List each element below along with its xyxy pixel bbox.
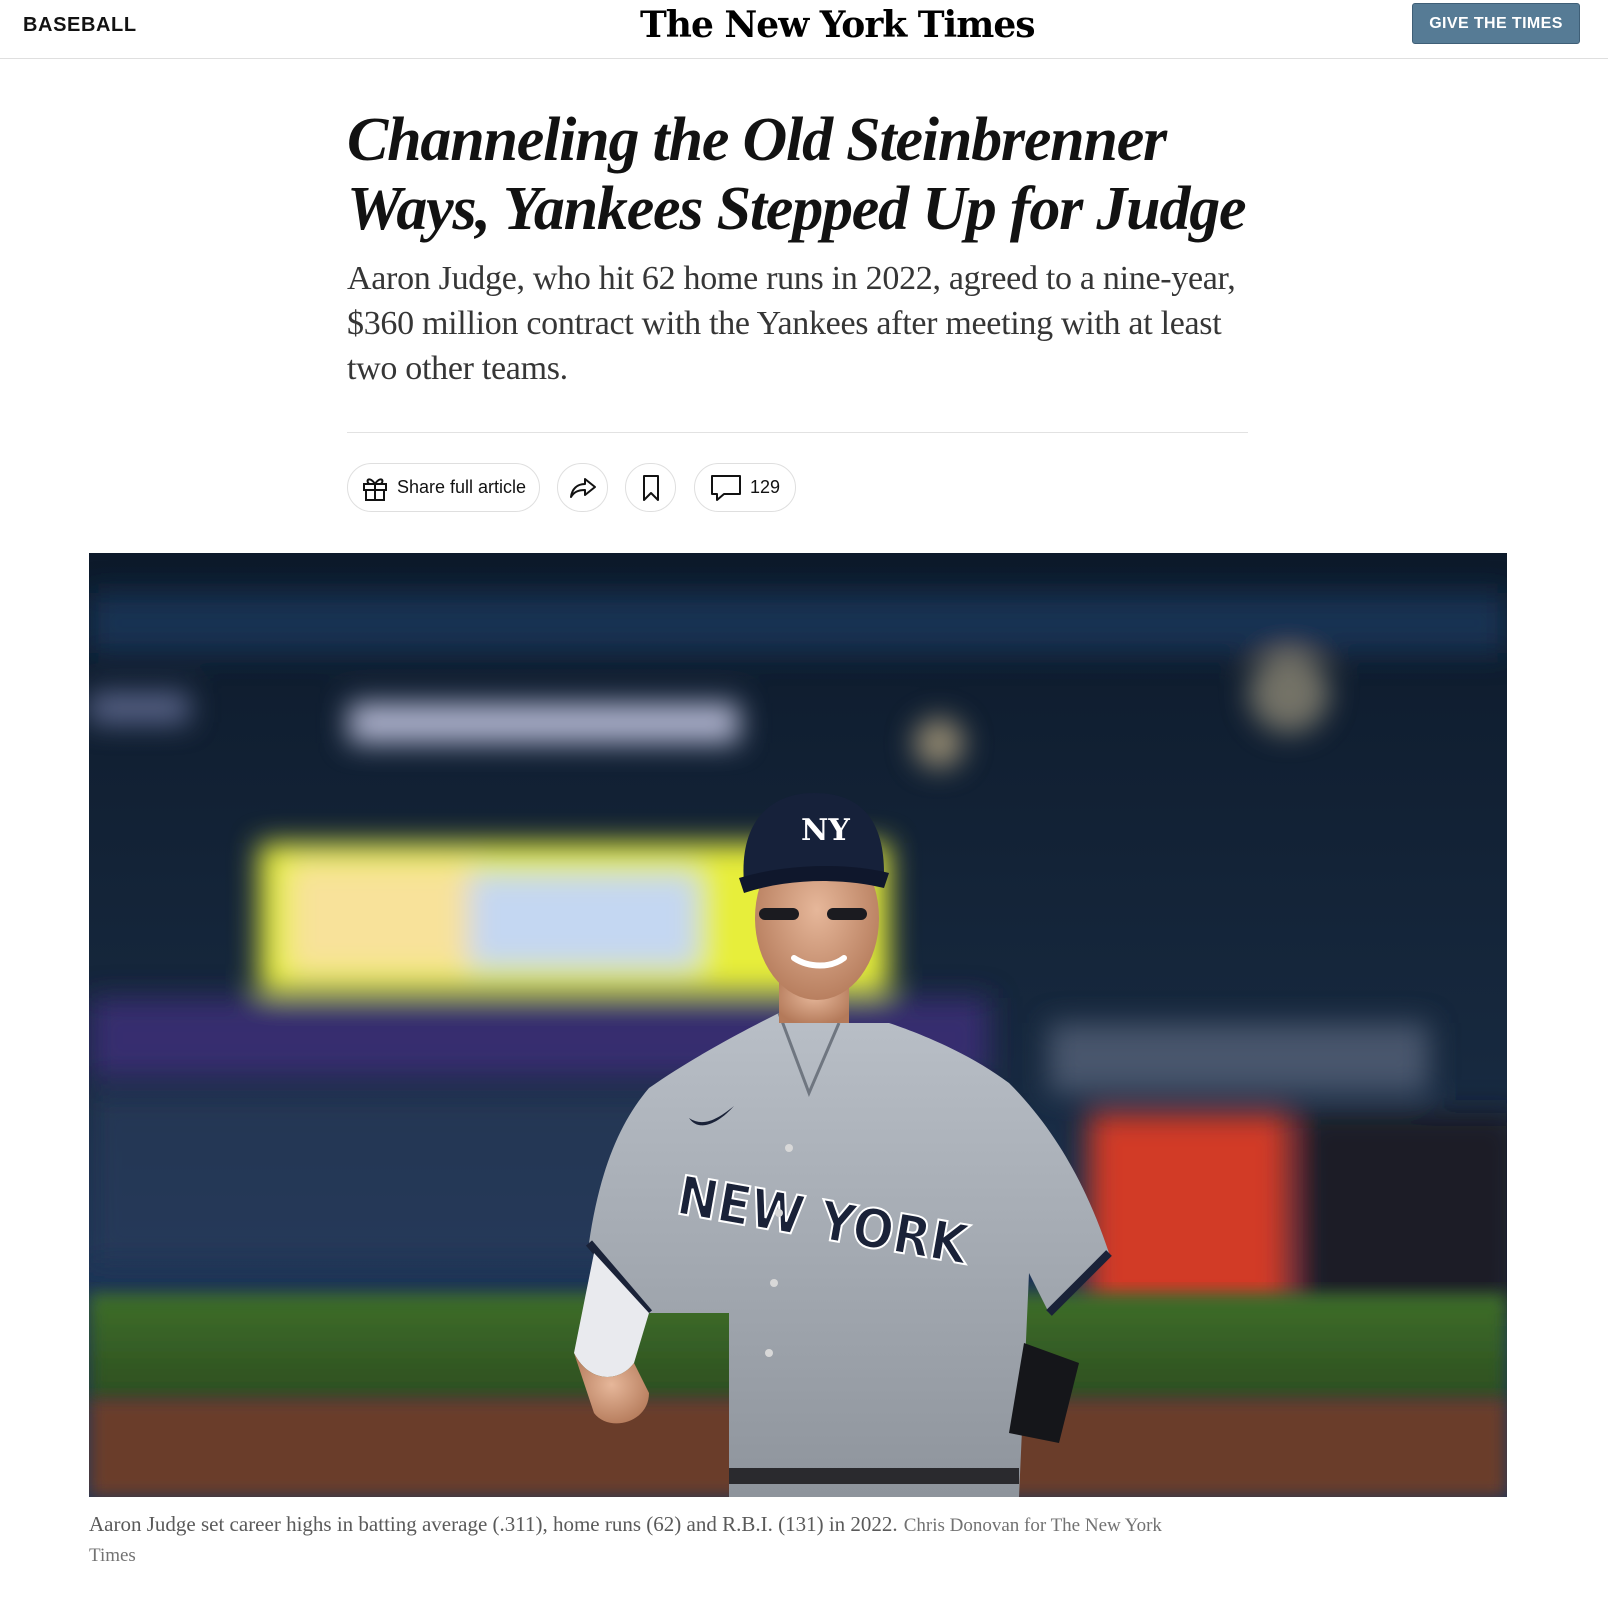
share-button[interactable] — [557, 463, 608, 512]
give-the-times-button[interactable]: GIVE THE TIMES — [1412, 3, 1580, 44]
caption-text: Aaron Judge set career highs in batting … — [89, 1512, 898, 1536]
cap-logo: NY — [801, 813, 850, 848]
top-bar: BASEBALL The New York Times GIVE THE TIM… — [0, 0, 1608, 59]
share-arrow-icon — [568, 476, 598, 500]
photo-caption: Aaron Judge set career highs in batting … — [89, 1510, 1199, 1570]
share-full-article-button[interactable]: Share full article — [347, 463, 540, 512]
save-article-button[interactable] — [625, 463, 676, 512]
lead-photo: NY NEW YORK — [89, 553, 1507, 1497]
comment-count: 129 — [749, 477, 781, 497]
gift-icon — [361, 474, 389, 502]
bookmark-icon — [641, 474, 661, 502]
comments-button[interactable]: 129 — [694, 463, 796, 512]
article-toolbar: Share full article 129 — [347, 463, 827, 514]
nyt-logo[interactable]: The New York Times — [640, 4, 1036, 46]
article-headline: Channeling the Old Steinbrenner Ways, Ya… — [347, 106, 1247, 243]
share-full-article-label: Share full article — [396, 477, 527, 497]
comment-icon — [710, 474, 742, 502]
divider — [347, 432, 1248, 433]
section-link-baseball[interactable]: BASEBALL — [23, 14, 137, 37]
article-summary: Aaron Judge, who hit 62 home runs in 202… — [347, 260, 1236, 387]
